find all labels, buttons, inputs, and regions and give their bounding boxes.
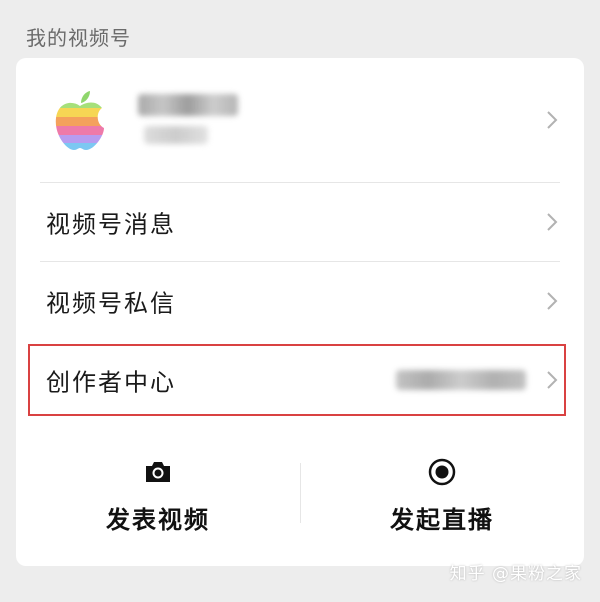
highlight-annotation-box — [28, 344, 566, 416]
apple-logo-icon — [55, 91, 104, 150]
channels-card: 视频号消息 视频号私信 创作者中心 发表视频 发起直播 — [16, 58, 584, 566]
chevron-right-icon — [547, 111, 558, 129]
camera-icon — [146, 462, 170, 482]
chevron-right-icon — [547, 213, 558, 231]
start-live-button[interactable]: 发起直播 — [300, 450, 584, 540]
menu-item-label: 视频号消息 — [46, 210, 176, 239]
section-title: 我的视频号 — [26, 26, 131, 50]
menu-item-label: 视频号私信 — [46, 289, 176, 318]
post-video-button[interactable]: 发表视频 — [16, 450, 300, 540]
blurred-username — [138, 94, 238, 116]
watermark: 知乎 @果粉之家 — [449, 564, 582, 584]
profile-row[interactable] — [16, 58, 584, 182]
menu-item-channel-messages[interactable]: 视频号消息 — [16, 183, 584, 261]
blurred-subtitle — [144, 126, 208, 144]
post-video-label: 发表视频 — [106, 506, 210, 534]
start-live-label: 发起直播 — [390, 506, 494, 534]
chevron-right-icon — [547, 292, 558, 310]
record-icon — [428, 458, 456, 486]
menu-item-channel-private-messages[interactable]: 视频号私信 — [16, 262, 584, 340]
